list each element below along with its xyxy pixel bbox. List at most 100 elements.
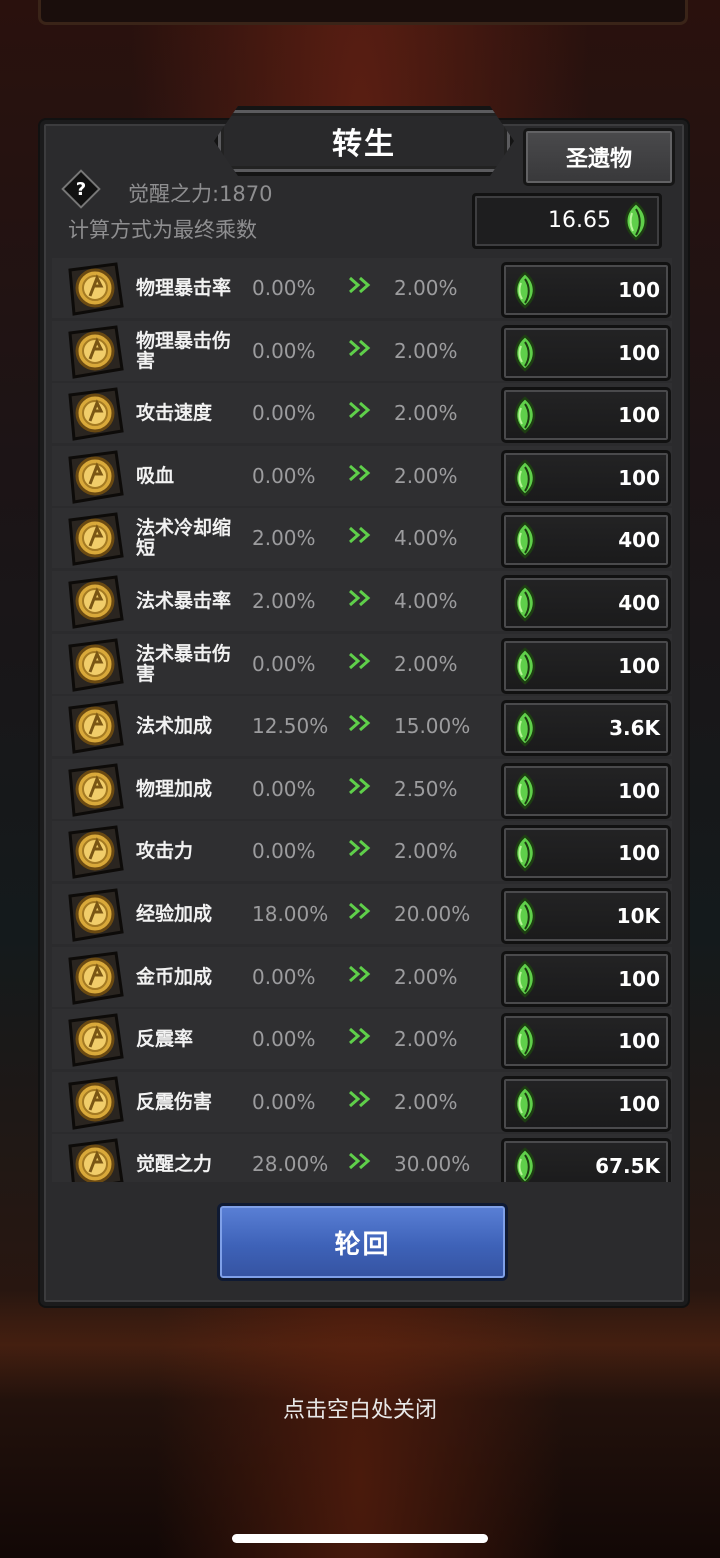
double-arrow-icon bbox=[347, 901, 373, 925]
attribute-list[interactable]: 物理暴击率 0.00% 2.00% 100 物理暴击伤害 0.00% 2.00% 100 攻击速… bbox=[52, 258, 672, 1182]
upgrade-cost: 100 bbox=[618, 966, 660, 991]
green-leaf-gem-icon bbox=[510, 1022, 540, 1064]
current-value: 12.50% bbox=[252, 714, 329, 739]
attribute-name: 法术冷却缩短 bbox=[136, 517, 232, 560]
attribute-name: 经验加成 bbox=[136, 903, 213, 925]
rune-badge-icon bbox=[64, 512, 126, 570]
attribute-row: 物理加成 0.00% 2.50% 100 bbox=[52, 758, 672, 821]
upgrade-cost-button[interactable]: 100 bbox=[501, 387, 671, 444]
attribute-row: 觉醒之力 28.00% 30.00% 67.5K bbox=[52, 1134, 672, 1182]
current-value: 0.00% bbox=[252, 651, 316, 676]
upgrade-cost: 100 bbox=[618, 465, 660, 490]
attribute-row: 金币加成 0.00% 2.00% 100 bbox=[52, 946, 672, 1007]
title-plate: 转生 bbox=[214, 106, 514, 176]
double-arrow-icon bbox=[347, 588, 373, 612]
green-leaf-gem-icon bbox=[510, 271, 540, 313]
upgrade-cost: 100 bbox=[618, 340, 660, 365]
home-indicator[interactable] bbox=[232, 1534, 488, 1543]
current-value: 0.00% bbox=[252, 964, 316, 989]
attribute-name: 法术暴击率 bbox=[136, 590, 232, 612]
top-frame-decoration bbox=[38, 0, 688, 25]
current-value: 0.00% bbox=[252, 1027, 316, 1052]
attribute-name: 攻击力 bbox=[136, 840, 194, 863]
next-value: 2.50% bbox=[394, 776, 458, 801]
double-arrow-icon bbox=[347, 275, 373, 299]
upgrade-cost-button[interactable]: 400 bbox=[501, 575, 671, 631]
relic-button[interactable]: 圣遗物 bbox=[523, 128, 675, 186]
green-leaf-gem-icon bbox=[510, 333, 540, 376]
green-leaf-gem-icon bbox=[510, 959, 540, 1002]
close-hint[interactable]: 点击空白处关闭 bbox=[0, 1392, 720, 1424]
rune-badge-icon bbox=[64, 262, 126, 320]
reincarnate-button[interactable]: 轮回 bbox=[217, 1203, 508, 1281]
attribute-row: 攻击速度 0.00% 2.00% 100 bbox=[52, 383, 672, 445]
next-value: 2.00% bbox=[394, 276, 458, 300]
attribute-row: 法术加成 12.50% 15.00% 3.6K bbox=[52, 696, 672, 757]
green-leaf-gem-icon bbox=[510, 396, 540, 438]
green-leaf-gem-icon bbox=[510, 709, 540, 751]
double-arrow-icon bbox=[347, 400, 373, 424]
question-icon[interactable]: ? bbox=[61, 169, 101, 209]
rune-badge-icon bbox=[64, 1013, 126, 1071]
upgrade-cost-button[interactable]: 3.6K bbox=[501, 700, 671, 757]
next-value: 4.00% bbox=[394, 526, 458, 551]
upgrade-cost-button[interactable]: 100 bbox=[501, 825, 671, 882]
attribute-row: 吸血 0.00% 2.00% 100 bbox=[52, 445, 672, 508]
background-glow bbox=[0, 1290, 720, 1400]
current-value: 0.00% bbox=[252, 276, 316, 300]
rune-badge-icon bbox=[64, 450, 126, 508]
green-leaf-gem-icon bbox=[510, 897, 540, 939]
next-value: 2.00% bbox=[394, 964, 458, 989]
upgrade-cost-button[interactable]: 10K bbox=[501, 888, 671, 944]
green-leaf-gem-icon bbox=[510, 521, 540, 563]
current-value: 0.00% bbox=[252, 1089, 316, 1114]
upgrade-cost-button[interactable]: 400 bbox=[501, 512, 671, 569]
green-leaf-gem-icon bbox=[510, 459, 540, 501]
awaken-power-text: 觉醒之力:1870 bbox=[128, 182, 273, 206]
current-value: 18.00% bbox=[252, 902, 329, 926]
next-value: 15.00% bbox=[394, 714, 471, 739]
upgrade-cost: 400 bbox=[618, 528, 660, 553]
green-leaf-gem-icon bbox=[510, 584, 540, 626]
attribute-row: 法术冷却缩短 2.00% 4.00% 400 bbox=[52, 508, 672, 570]
green-leaf-gem-icon bbox=[510, 772, 540, 814]
upgrade-cost-button[interactable]: 100 bbox=[501, 637, 671, 694]
upgrade-cost-button[interactable]: 100 bbox=[501, 950, 671, 1007]
attribute-name: 金币加成 bbox=[136, 965, 213, 988]
attribute-name: 反震伤害 bbox=[136, 1090, 213, 1113]
page-title: 转生 bbox=[332, 127, 396, 162]
attribute-name: 反震率 bbox=[136, 1028, 194, 1051]
upgrade-cost-button[interactable]: 100 bbox=[501, 1075, 671, 1132]
attribute-row: 物理暴击伤害 0.00% 2.00% 100 bbox=[52, 320, 672, 381]
upgrade-cost-button[interactable]: 100 bbox=[501, 262, 671, 318]
upgrade-cost-button[interactable]: 100 bbox=[501, 324, 671, 381]
upgrade-cost: 100 bbox=[618, 1091, 660, 1116]
attribute-name: 法术加成 bbox=[136, 715, 213, 738]
upgrade-cost-button[interactable]: 100 bbox=[501, 762, 671, 819]
next-value: 2.00% bbox=[394, 651, 458, 676]
attribute-name: 物理暴击率 bbox=[136, 277, 232, 299]
double-arrow-icon bbox=[347, 463, 373, 487]
next-value: 30.00% bbox=[394, 1152, 471, 1177]
green-leaf-gem-icon bbox=[510, 646, 540, 689]
rune-badge-icon bbox=[64, 575, 126, 633]
attribute-row: 法术暴击伤害 0.00% 2.00% 100 bbox=[52, 633, 672, 694]
double-arrow-icon bbox=[347, 964, 373, 988]
rune-badge-icon bbox=[64, 1076, 126, 1134]
double-arrow-icon bbox=[347, 776, 373, 800]
upgrade-cost: 400 bbox=[618, 591, 660, 615]
attribute-row: 反震率 0.00% 2.00% 100 bbox=[52, 1009, 672, 1071]
upgrade-cost-button[interactable]: 100 bbox=[501, 449, 671, 506]
rune-badge-icon bbox=[64, 387, 126, 445]
next-value: 20.00% bbox=[394, 902, 471, 926]
upgrade-cost-button[interactable]: 67.5K bbox=[501, 1138, 671, 1182]
green-leaf-gem-icon bbox=[619, 201, 653, 245]
upgrade-cost: 10K bbox=[616, 904, 660, 928]
rune-badge-icon bbox=[64, 763, 126, 821]
upgrade-cost-button[interactable]: 100 bbox=[501, 1013, 671, 1070]
attribute-name: 吸血 bbox=[136, 464, 175, 487]
current-value: 28.00% bbox=[252, 1152, 329, 1177]
next-value: 4.00% bbox=[394, 589, 458, 613]
attribute-row: 法术暴击率 2.00% 4.00% 400 bbox=[52, 571, 672, 631]
current-value: 2.00% bbox=[252, 589, 316, 613]
